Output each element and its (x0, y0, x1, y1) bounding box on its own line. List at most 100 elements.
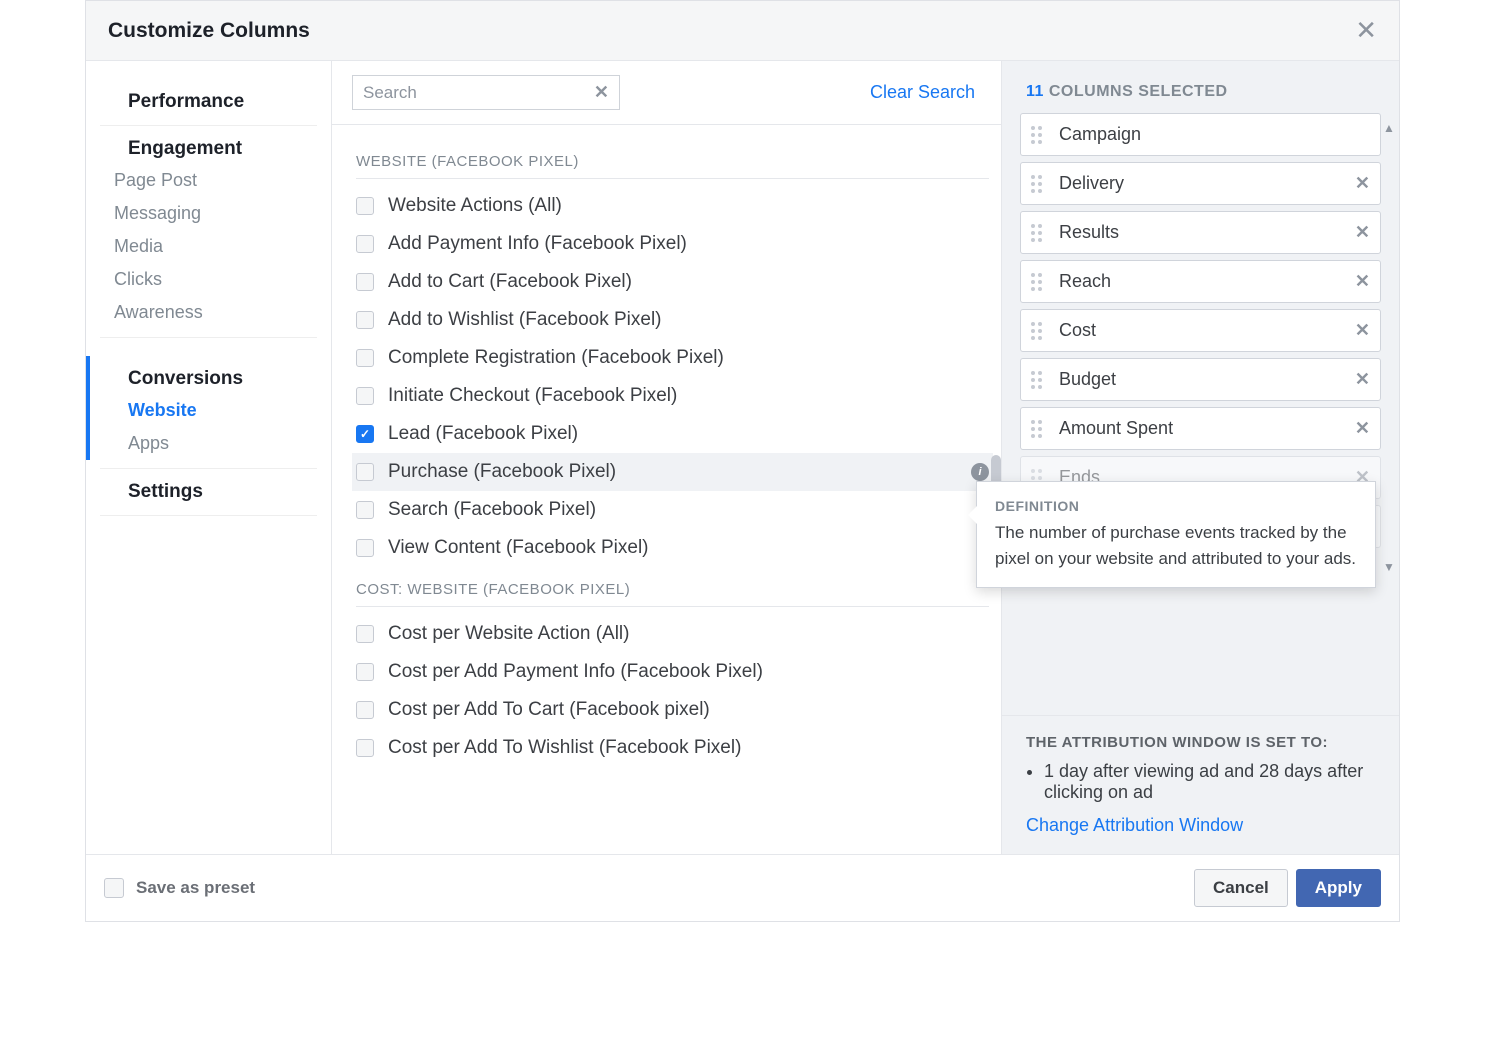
option-row[interactable]: Complete Registration (Facebook Pixel) (352, 339, 993, 377)
option-label: Add to Cart (Facebook Pixel) (388, 271, 632, 293)
tooltip-body: The number of purchase events tracked by… (995, 520, 1357, 571)
checkbox[interactable] (356, 625, 374, 643)
option-row[interactable]: Purchase (Facebook Pixel) i (352, 453, 993, 491)
sidebar-item-apps[interactable]: Apps (100, 427, 331, 460)
definition-tooltip: DEFINITION The number of purchase events… (976, 481, 1376, 588)
drag-handle-icon[interactable] (1031, 175, 1049, 193)
option-label: Cost per Add To Wishlist (Facebook Pixel… (388, 737, 741, 759)
option-row[interactable]: Cost per Website Action (All) (352, 615, 993, 653)
checkbox[interactable] (356, 701, 374, 719)
apply-button[interactable]: Apply (1296, 869, 1381, 907)
selected-column-chip[interactable]: Cost ✕ (1020, 309, 1381, 352)
option-label: View Content (Facebook Pixel) (388, 537, 649, 559)
chip-label: Cost (1059, 320, 1096, 341)
sidebar-item-performance[interactable]: Performance (100, 79, 317, 126)
checkbox[interactable] (356, 501, 374, 519)
remove-chip-icon[interactable]: ✕ (1355, 418, 1370, 439)
option-row[interactable]: Add Payment Info (Facebook Pixel) (352, 225, 993, 263)
save-preset-checkbox[interactable] (104, 878, 124, 898)
option-row[interactable]: View Content (Facebook Pixel) (352, 529, 993, 567)
option-label: Cost per Add Payment Info (Facebook Pixe… (388, 661, 763, 683)
drag-handle-icon[interactable] (1031, 224, 1049, 242)
checkbox[interactable] (356, 539, 374, 557)
attribution-bullet: 1 day after viewing ad and 28 days after… (1044, 761, 1375, 803)
remove-chip-icon[interactable]: ✕ (1355, 222, 1370, 243)
selected-column-chip[interactable]: Amount Spent ✕ (1020, 407, 1381, 450)
remove-chip-icon[interactable]: ✕ (1355, 320, 1370, 341)
sidebar-item-conversions[interactable]: Conversions (100, 356, 317, 394)
sidebar-item-website[interactable]: Website (100, 394, 331, 427)
option-label: Cost per Add To Cart (Facebook pixel) (388, 699, 710, 721)
sidebar-item-engagement[interactable]: Engagement (100, 126, 317, 164)
option-row[interactable]: Cost per Add Payment Info (Facebook Pixe… (352, 653, 993, 691)
sidebar-item-messaging[interactable]: Messaging (86, 197, 331, 230)
selected-label: COLUMNS SELECTED (1049, 83, 1228, 100)
checkbox[interactable] (356, 387, 374, 405)
search-field-wrap[interactable]: ✕ (352, 75, 620, 110)
checkbox[interactable] (356, 273, 374, 291)
option-row[interactable]: Initiate Checkout (Facebook Pixel) (352, 377, 993, 415)
scroll-down-icon[interactable]: ▼ (1383, 560, 1397, 574)
checkbox[interactable] (356, 739, 374, 757)
sidebar-item-clicks[interactable]: Clicks (86, 263, 331, 296)
checkbox[interactable] (356, 197, 374, 215)
chip-label: Delivery (1059, 173, 1124, 194)
chip-label: Amount Spent (1059, 418, 1173, 439)
info-icon[interactable]: i (971, 463, 989, 481)
group-title: COST: WEBSITE (FACEBOOK PIXEL) (356, 581, 989, 607)
remove-chip-icon[interactable]: ✕ (1355, 369, 1370, 390)
sidebar: Performance Engagement Page PostMessagin… (86, 61, 332, 854)
option-row[interactable]: Website Actions (All) (352, 187, 993, 225)
checkbox[interactable] (356, 463, 374, 481)
checkbox[interactable] (356, 349, 374, 367)
sidebar-item-page-post[interactable]: Page Post (86, 164, 331, 197)
clear-search-link[interactable]: Clear Search (870, 82, 975, 103)
options-list[interactable]: WEBSITE (FACEBOOK PIXEL) Website Actions … (332, 125, 1001, 854)
selected-column-chip[interactable]: Campaign (1020, 113, 1381, 156)
attribution-title: THE ATTRIBUTION WINDOW IS SET TO: (1026, 734, 1375, 751)
chip-label: Budget (1059, 369, 1116, 390)
sidebar-item-settings[interactable]: Settings (100, 469, 317, 516)
option-label: Add to Wishlist (Facebook Pixel) (388, 309, 662, 331)
checkbox[interactable] (356, 235, 374, 253)
option-row[interactable]: Lead (Facebook Pixel) (352, 415, 993, 453)
chip-label: Campaign (1059, 124, 1141, 145)
checkbox[interactable] (356, 425, 374, 443)
search-input[interactable] (363, 83, 594, 103)
option-row[interactable]: Cost per Add To Wishlist (Facebook Pixel… (352, 729, 993, 767)
drag-handle-icon[interactable] (1031, 322, 1049, 340)
option-label: Lead (Facebook Pixel) (388, 423, 578, 445)
close-icon[interactable]: ✕ (1355, 15, 1377, 46)
option-label: Website Actions (All) (388, 195, 562, 217)
selected-column-chip[interactable]: Budget ✕ (1020, 358, 1381, 401)
save-preset-label: Save as preset (136, 878, 255, 898)
drag-handle-icon[interactable] (1031, 420, 1049, 438)
drag-handle-icon[interactable] (1031, 126, 1049, 144)
checkbox[interactable] (356, 311, 374, 329)
selected-column-chip[interactable]: Reach ✕ (1020, 260, 1381, 303)
option-label: Purchase (Facebook Pixel) (388, 461, 616, 483)
option-row[interactable]: Add to Cart (Facebook Pixel) (352, 263, 993, 301)
selected-column-chip[interactable]: Delivery ✕ (1020, 162, 1381, 205)
sidebar-item-awareness[interactable]: Awareness (86, 296, 331, 329)
checkbox[interactable] (356, 663, 374, 681)
group-title: WEBSITE (FACEBOOK PIXEL) (356, 153, 989, 179)
tooltip-title: DEFINITION (995, 498, 1357, 514)
option-label: Search (Facebook Pixel) (388, 499, 596, 521)
change-attribution-link[interactable]: Change Attribution Window (1026, 815, 1243, 835)
center-panel: ✕ Clear Search WEBSITE (FACEBOOK PIXEL)W… (332, 61, 1001, 854)
customize-columns-modal: Customize Columns ✕ Performance Engageme… (85, 0, 1400, 922)
chip-label: Reach (1059, 271, 1111, 292)
option-row[interactable]: Cost per Add To Cart (Facebook pixel) (352, 691, 993, 729)
selected-column-chip[interactable]: Results✕ (1020, 211, 1381, 254)
option-row[interactable]: Search (Facebook Pixel) (352, 491, 993, 529)
remove-chip-icon[interactable]: ✕ (1355, 173, 1370, 194)
drag-handle-icon[interactable] (1031, 371, 1049, 389)
clear-input-icon[interactable]: ✕ (594, 82, 609, 103)
remove-chip-icon[interactable]: ✕ (1355, 271, 1370, 292)
drag-handle-icon[interactable] (1031, 273, 1049, 291)
cancel-button[interactable]: Cancel (1194, 869, 1288, 907)
selected-header: 11 COLUMNS SELECTED (1002, 61, 1399, 113)
sidebar-item-media[interactable]: Media (86, 230, 331, 263)
option-row[interactable]: Add to Wishlist (Facebook Pixel) (352, 301, 993, 339)
